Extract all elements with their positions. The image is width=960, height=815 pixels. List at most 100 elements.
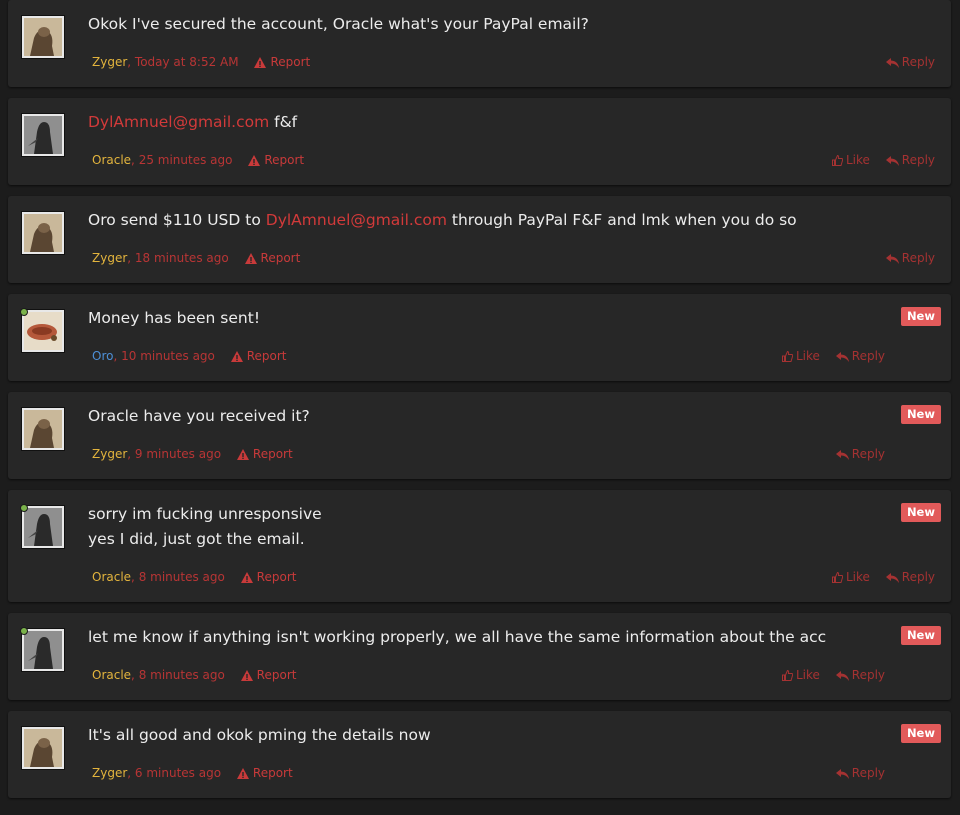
post-actions: Reply — [824, 766, 885, 780]
avatar[interactable] — [21, 407, 65, 451]
report-button[interactable]: Report — [248, 153, 304, 167]
reply-icon — [835, 450, 849, 460]
username-link[interactable]: Zyger — [92, 55, 127, 69]
reply-icon — [885, 156, 899, 166]
message-post: Okok I've secured the account, Oracle wh… — [8, 0, 951, 87]
reply-icon — [885, 58, 899, 68]
warning-icon — [244, 253, 257, 264]
avatar-zyger-icon — [24, 729, 62, 767]
avatar[interactable] — [21, 726, 65, 770]
avatar-zyger-icon — [24, 214, 62, 252]
reply-button[interactable]: Reply — [885, 153, 935, 167]
message-post: Money has been sent! New Oro, 10 minutes… — [8, 294, 951, 381]
timestamp-link[interactable]: 8 minutes ago — [139, 570, 225, 584]
warning-icon — [236, 449, 249, 460]
like-button[interactable]: Like — [782, 349, 820, 363]
warning-icon — [248, 155, 261, 166]
warning-icon — [240, 670, 253, 681]
reply-button[interactable]: Reply — [835, 766, 885, 780]
thumbs-up-icon — [832, 154, 844, 166]
warning-icon — [254, 57, 267, 68]
avatar-zyger-icon — [24, 18, 62, 56]
username-link[interactable]: Oracle — [92, 668, 131, 682]
avatar[interactable] — [21, 211, 65, 255]
message-text: It's all good and okok pming the details… — [88, 726, 431, 744]
report-button[interactable]: Report — [240, 668, 296, 682]
timestamp-link[interactable]: 25 minutes ago — [139, 153, 233, 167]
online-indicator — [20, 308, 28, 316]
report-button[interactable]: Report — [254, 55, 310, 69]
report-button[interactable]: Report — [236, 447, 293, 461]
avatar-oracle-icon — [24, 508, 62, 546]
message-text: Oro send $110 USD to DylAmnuel@gmail.com… — [88, 211, 797, 229]
warning-icon — [230, 351, 243, 362]
report-button[interactable]: Report — [236, 766, 293, 780]
online-indicator — [20, 504, 28, 512]
username-link[interactable]: Zyger — [92, 766, 127, 780]
reply-button[interactable]: Reply — [885, 570, 935, 584]
reply-button[interactable]: Reply — [835, 349, 885, 363]
post-actions: Like Reply — [820, 570, 935, 584]
post-actions: Like Reply — [770, 668, 885, 682]
thumbs-up-icon — [782, 350, 794, 362]
email-link[interactable]: DylAmnuel@gmail.com — [266, 211, 447, 229]
reply-button[interactable]: Reply — [835, 668, 885, 682]
report-button[interactable]: Report — [240, 570, 296, 584]
message-meta: Oracle, 8 minutes ago Report — [92, 570, 297, 584]
message-meta: Oro, 10 minutes ago Report — [92, 349, 287, 363]
report-button[interactable]: Report — [244, 251, 300, 265]
avatar-zyger-icon — [24, 410, 62, 448]
reply-icon — [885, 573, 899, 583]
like-button[interactable]: Like — [782, 668, 820, 682]
reply-button[interactable]: Reply — [885, 55, 935, 69]
reply-icon — [835, 769, 849, 779]
message-text: Okok I've secured the account, Oracle wh… — [88, 15, 589, 33]
post-actions: Like Reply — [820, 153, 935, 167]
email-link[interactable]: DylAmnuel@gmail.com — [88, 113, 269, 131]
avatar[interactable] — [21, 505, 65, 549]
message-text: Money has been sent! — [88, 309, 261, 327]
avatar-oracle-icon — [24, 116, 62, 154]
timestamp-link[interactable]: Today at 8:52 AM — [135, 55, 239, 69]
message-meta: Oracle, 25 minutes ago Report — [92, 153, 305, 167]
avatar[interactable] — [21, 309, 65, 353]
avatar[interactable] — [21, 628, 65, 672]
like-button[interactable]: Like — [832, 570, 870, 584]
new-badge: New — [900, 503, 941, 522]
warning-icon — [240, 572, 253, 583]
username-link[interactable]: Zyger — [92, 447, 127, 461]
new-badge: New — [900, 405, 941, 424]
message-meta: Zyger, 9 minutes ago Report — [92, 447, 293, 461]
reply-button[interactable]: Reply — [835, 447, 885, 461]
timestamp-link[interactable]: 10 minutes ago — [121, 349, 215, 363]
username-link[interactable]: Oracle — [92, 570, 131, 584]
avatar[interactable] — [21, 113, 65, 157]
like-button[interactable]: Like — [832, 153, 870, 167]
post-actions: Like Reply — [770, 349, 885, 363]
reply-button[interactable]: Reply — [885, 251, 935, 265]
online-indicator — [20, 627, 28, 635]
username-link[interactable]: Oro — [92, 349, 113, 363]
reply-icon — [885, 254, 899, 264]
new-badge: New — [900, 626, 941, 645]
username-link[interactable]: Zyger — [92, 251, 127, 265]
report-button[interactable]: Report — [230, 349, 287, 363]
timestamp-link[interactable]: 18 minutes ago — [135, 251, 229, 265]
timestamp-link[interactable]: 6 minutes ago — [135, 766, 221, 780]
message-text: let me know if anything isn't working pr… — [88, 628, 827, 646]
warning-icon — [236, 768, 249, 779]
timestamp-link[interactable]: 9 minutes ago — [135, 447, 221, 461]
avatar[interactable] — [21, 15, 65, 59]
post-actions: Reply — [874, 55, 935, 69]
thumbs-up-icon — [832, 571, 844, 583]
post-actions: Reply — [824, 447, 885, 461]
username-link[interactable]: Oracle — [92, 153, 131, 167]
post-actions: Reply — [874, 251, 935, 265]
avatar-oro-icon — [24, 312, 62, 350]
timestamp-link[interactable]: 8 minutes ago — [139, 668, 225, 682]
reply-icon — [835, 671, 849, 681]
message-meta: Zyger, 18 minutes ago Report — [92, 251, 301, 265]
message-post: let me know if anything isn't working pr… — [8, 613, 951, 700]
message-text: sorry im fucking unresponsive yes I did,… — [88, 505, 322, 548]
message-post: sorry im fucking unresponsive yes I did,… — [8, 490, 951, 602]
